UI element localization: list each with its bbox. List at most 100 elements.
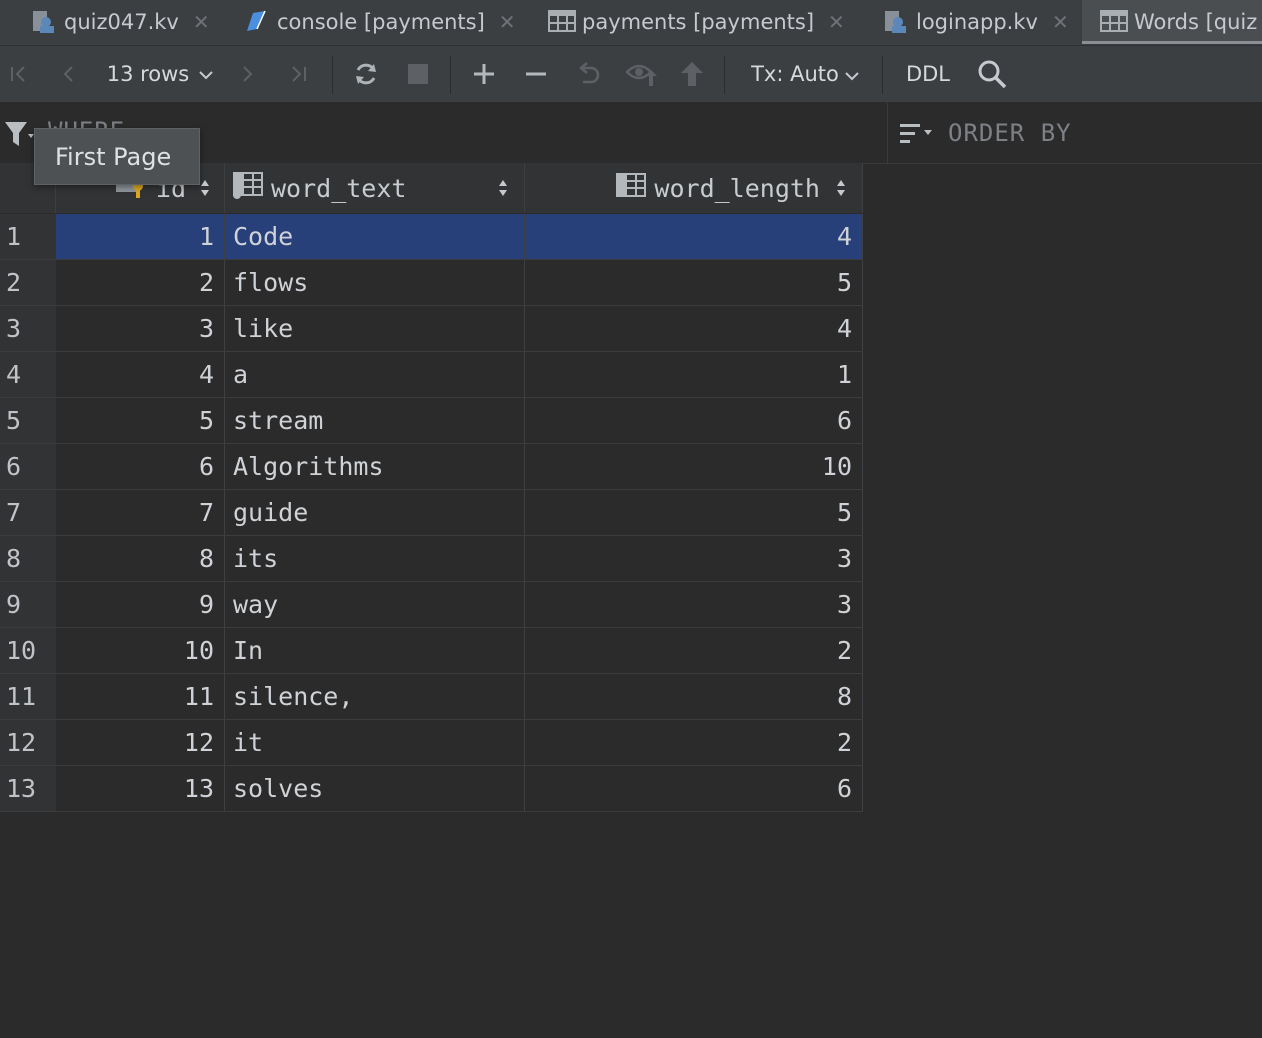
ddl-button[interactable]: DDL <box>898 46 958 102</box>
cell-id[interactable]: 3 <box>56 306 225 352</box>
tab-quiz047-kv[interactable]: quiz047.kv ✕ <box>30 0 210 44</box>
cell-id[interactable]: 8 <box>56 536 225 582</box>
table-row[interactable]: 8 8 its 3 <box>0 536 863 582</box>
search-icon[interactable] <box>972 46 1012 102</box>
cell-id[interactable]: 2 <box>56 260 225 306</box>
cell-word-text[interactable]: like <box>225 306 525 352</box>
cell-word-length[interactable]: 3 <box>525 536 863 582</box>
cell-word-text[interactable]: guide <box>225 490 525 536</box>
column-name: word_text <box>271 173 407 203</box>
revert-icon[interactable] <box>570 46 606 102</box>
cell-word-length[interactable]: 10 <box>525 444 863 490</box>
refresh-icon[interactable] <box>348 46 384 102</box>
close-icon[interactable]: ✕ <box>828 10 845 34</box>
row-number: 10 <box>0 628 56 674</box>
column-icon <box>233 171 263 205</box>
table-row[interactable]: 4 4 a 1 <box>0 352 863 398</box>
cell-word-length[interactable]: 2 <box>525 628 863 674</box>
cell-word-length[interactable]: 8 <box>525 674 863 720</box>
stop-icon[interactable] <box>402 46 434 102</box>
cell-id[interactable]: 9 <box>56 582 225 628</box>
close-icon[interactable]: ✕ <box>193 10 210 34</box>
cell-word-length[interactable]: 5 <box>525 260 863 306</box>
cell-word-text[interactable]: its <box>225 536 525 582</box>
sort-icon <box>900 123 934 149</box>
first-page-tooltip: First Page <box>34 128 200 185</box>
table-row[interactable]: 1 1 Code 4 <box>0 214 863 260</box>
data-toolbar: 13 rows Tx: Auto DDL <box>0 46 1262 103</box>
next-page-icon[interactable] <box>232 46 262 102</box>
tab-loginapp-kv[interactable]: loginapp.kv ✕ <box>882 0 1069 44</box>
row-number: 13 <box>0 766 56 812</box>
chevron-down-icon <box>199 65 213 84</box>
cell-id[interactable]: 5 <box>56 398 225 444</box>
cell-word-length[interactable]: 6 <box>525 398 863 444</box>
cell-id[interactable]: 13 <box>56 766 225 812</box>
row-number: 4 <box>0 352 56 398</box>
sort-arrows-icon <box>498 174 508 203</box>
row-number: 11 <box>0 674 56 720</box>
close-icon[interactable]: ✕ <box>499 10 516 34</box>
cell-id[interactable]: 1 <box>56 214 225 260</box>
column-header-word-text[interactable]: word_text <box>225 163 525 213</box>
cell-id[interactable]: 10 <box>56 628 225 674</box>
cell-word-text[interactable]: solves <box>225 766 525 812</box>
filter-icon[interactable] <box>4 120 34 152</box>
delete-row-icon[interactable] <box>518 46 554 102</box>
cell-id[interactable]: 6 <box>56 444 225 490</box>
transaction-mode-dropdown[interactable]: Tx: Auto <box>744 46 866 102</box>
table-icon <box>1100 9 1128 35</box>
table-row[interactable]: 13 13 solves 6 <box>0 766 863 812</box>
last-page-icon[interactable] <box>282 46 314 102</box>
cell-id[interactable]: 4 <box>56 352 225 398</box>
cell-word-length[interactable]: 2 <box>525 720 863 766</box>
cell-word-text[interactable]: a <box>225 352 525 398</box>
column-header-word-length[interactable]: word_length <box>525 163 863 213</box>
cell-id[interactable]: 7 <box>56 490 225 536</box>
submit-icon[interactable] <box>676 46 708 102</box>
cell-word-length[interactable]: 6 <box>525 766 863 812</box>
cell-word-length[interactable]: 5 <box>525 490 863 536</box>
cell-word-text[interactable]: Algorithms <box>225 444 525 490</box>
cell-word-text[interactable]: Code <box>225 214 525 260</box>
table-row[interactable]: 2 2 flows 5 <box>0 260 863 306</box>
table-row[interactable]: 11 11 silence, 8 <box>0 674 863 720</box>
tab-label: payments [payments] <box>582 10 815 34</box>
view-changes-icon[interactable] <box>622 46 660 102</box>
page-size-dropdown[interactable]: 13 rows <box>100 46 220 102</box>
tab-payments-payments[interactable]: payments [payments] ✕ <box>548 0 845 44</box>
order-by-section[interactable]: ORDER BY <box>887 103 1262 163</box>
table-row[interactable]: 3 3 like 4 <box>0 306 863 352</box>
first-page-icon[interactable] <box>4 46 34 102</box>
cell-word-text[interactable]: way <box>225 582 525 628</box>
cell-word-text[interactable]: silence, <box>225 674 525 720</box>
row-number: 2 <box>0 260 56 306</box>
add-row-icon[interactable] <box>466 46 502 102</box>
table-row[interactable]: 5 5 stream 6 <box>0 398 863 444</box>
cell-word-length[interactable]: 4 <box>525 214 863 260</box>
kv-file-icon <box>30 9 56 35</box>
table-row[interactable]: 6 6 Algorithms 10 <box>0 444 863 490</box>
cell-word-length[interactable]: 3 <box>525 582 863 628</box>
row-number: 6 <box>0 444 56 490</box>
tab-words-quiz[interactable]: Words [quiz <box>1082 0 1262 44</box>
table-row[interactable]: 10 10 In 2 <box>0 628 863 674</box>
cell-word-length[interactable]: 1 <box>525 352 863 398</box>
row-number: 8 <box>0 536 56 582</box>
table-row[interactable]: 9 9 way 3 <box>0 582 863 628</box>
cell-word-text[interactable]: In <box>225 628 525 674</box>
kv-file-icon <box>882 9 908 35</box>
cell-word-text[interactable]: it <box>225 720 525 766</box>
cell-word-text[interactable]: stream <box>225 398 525 444</box>
table-row[interactable]: 7 7 guide 5 <box>0 490 863 536</box>
tooltip-text: First Page <box>55 142 172 171</box>
cell-word-text[interactable]: flows <box>225 260 525 306</box>
table-row[interactable]: 12 12 it 2 <box>0 720 863 766</box>
close-icon[interactable]: ✕ <box>1052 10 1069 34</box>
tab-console-payments[interactable]: console [payments] ✕ <box>243 0 516 44</box>
tx-mode-label: Tx: Auto <box>751 62 839 86</box>
cell-id[interactable]: 11 <box>56 674 225 720</box>
cell-id[interactable]: 12 <box>56 720 225 766</box>
previous-page-icon[interactable] <box>54 46 84 102</box>
cell-word-length[interactable]: 4 <box>525 306 863 352</box>
